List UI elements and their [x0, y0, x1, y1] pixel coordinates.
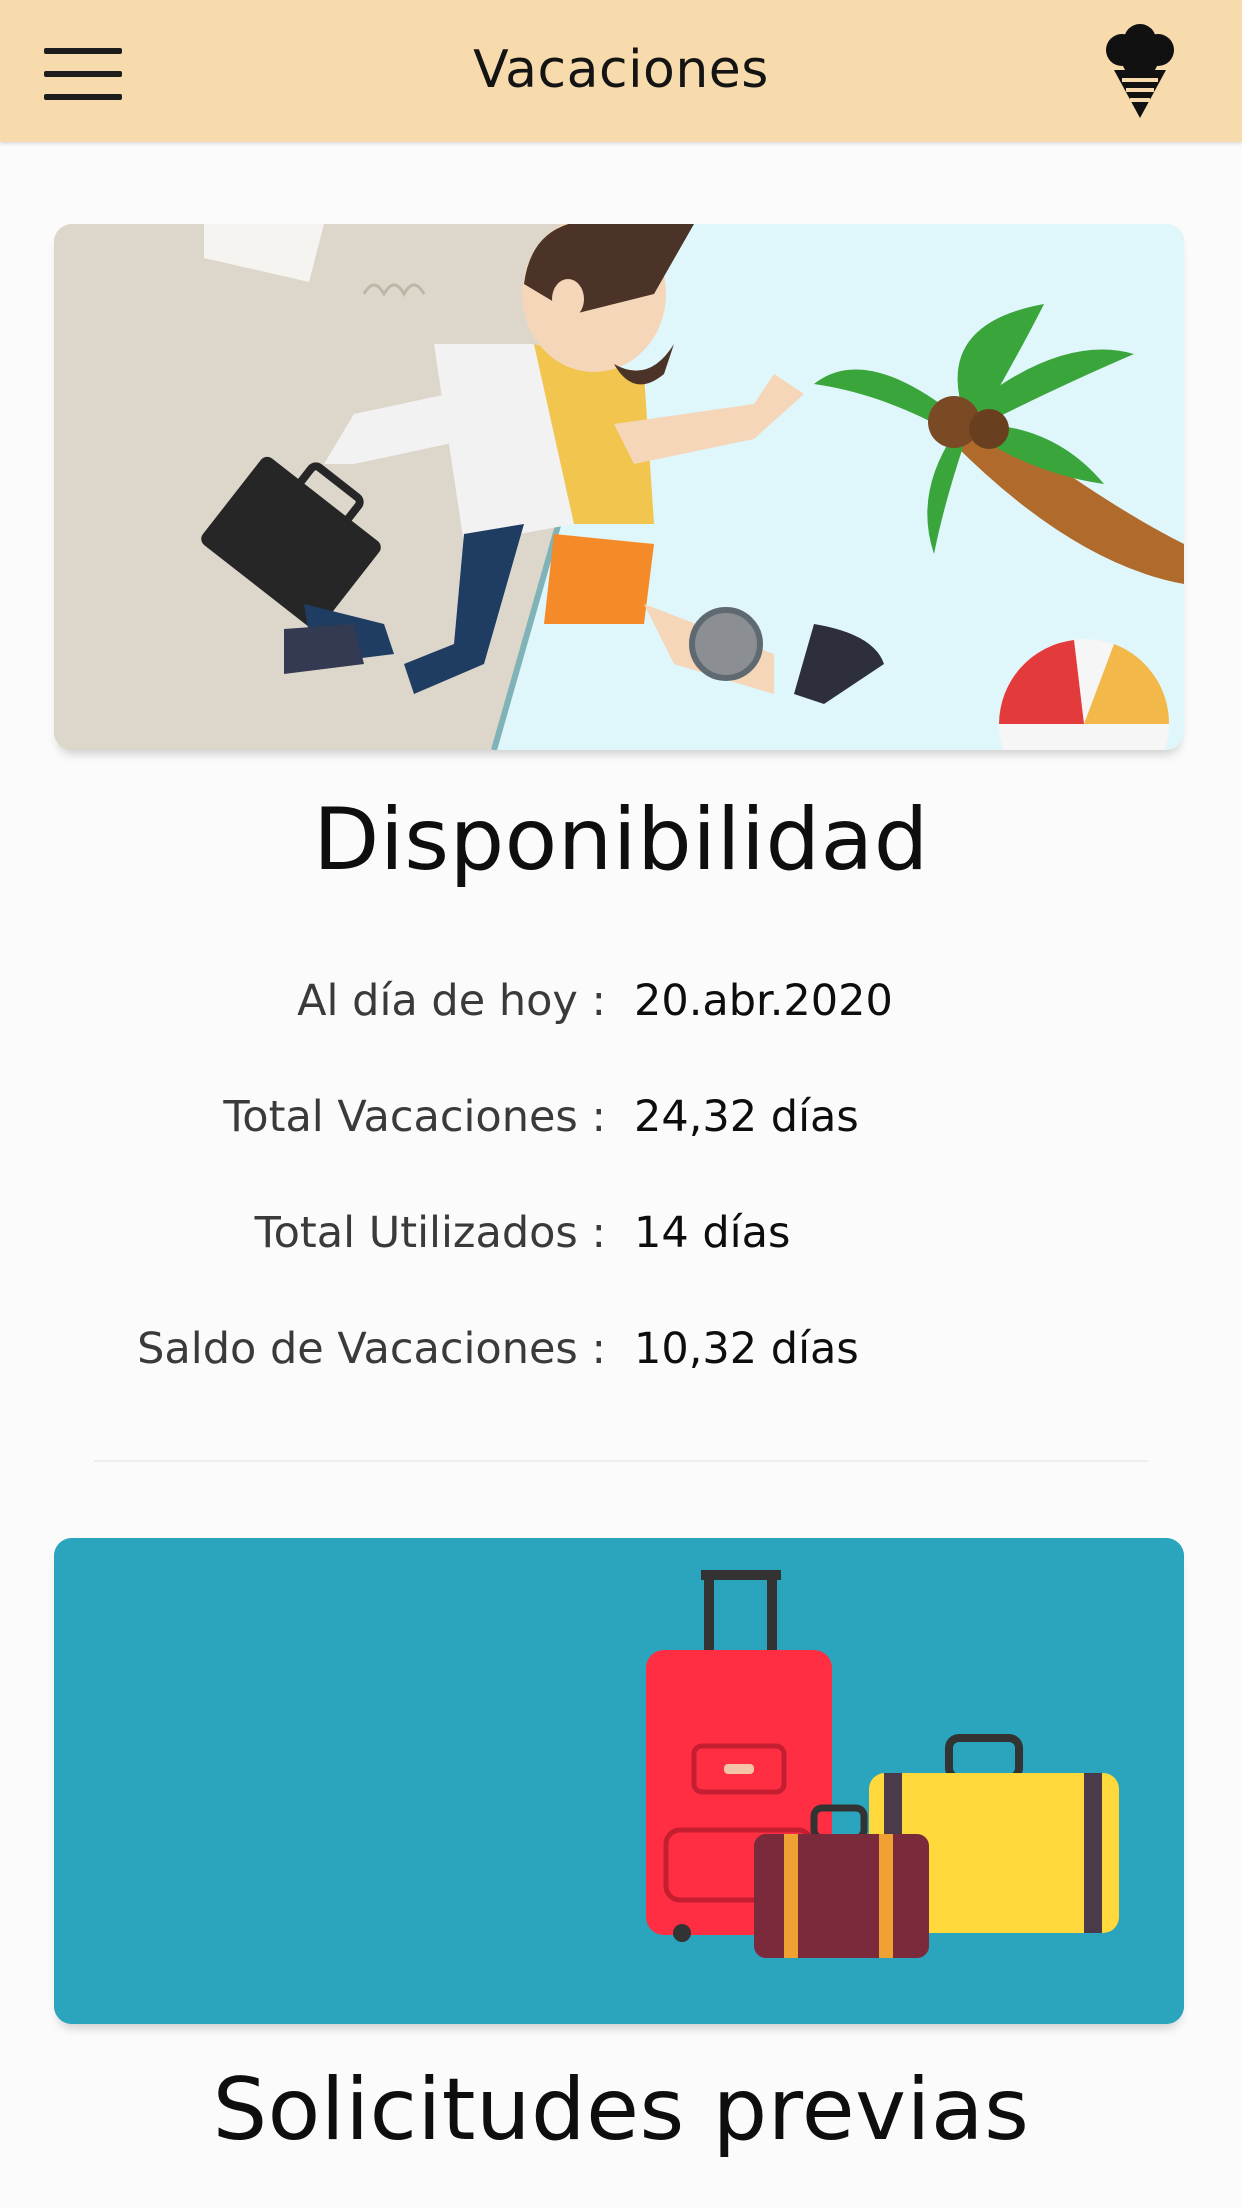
- info-label: Saldo de Vacaciones :: [137, 1324, 606, 1374]
- info-label: Total Vacaciones :: [223, 1092, 606, 1142]
- info-value: 24,32 días: [634, 1092, 859, 1142]
- availability-title: Disponibilidad: [313, 790, 929, 890]
- section-divider: [94, 1460, 1148, 1462]
- info-label: Al día de hoy :: [297, 976, 606, 1026]
- info-value: 10,32 días: [634, 1324, 859, 1374]
- info-row-today: Al día de hoy : 20.abr.2020: [0, 976, 1242, 1036]
- info-row-total-used: Total Utilizados : 14 días: [0, 1208, 1242, 1268]
- vacation-banner-image: [54, 224, 1184, 750]
- ice-cream-cone-icon[interactable]: [1100, 24, 1180, 120]
- previous-requests-card[interactable]: [54, 1538, 1184, 2024]
- info-row-balance: Saldo de Vacaciones : 10,32 días: [0, 1324, 1242, 1384]
- info-label: Total Utilizados :: [254, 1208, 606, 1258]
- top-app-bar: Vacaciones: [0, 0, 1242, 142]
- previous-requests-title: Solicitudes previas: [212, 2060, 1030, 2160]
- page-title: Vacaciones: [473, 40, 769, 100]
- info-value: 14 días: [634, 1208, 791, 1258]
- info-row-total-vacations: Total Vacaciones : 24,32 días: [0, 1092, 1242, 1152]
- suitcases-illustration: [54, 1538, 1184, 2024]
- info-value: 20.abr.2020: [634, 976, 893, 1026]
